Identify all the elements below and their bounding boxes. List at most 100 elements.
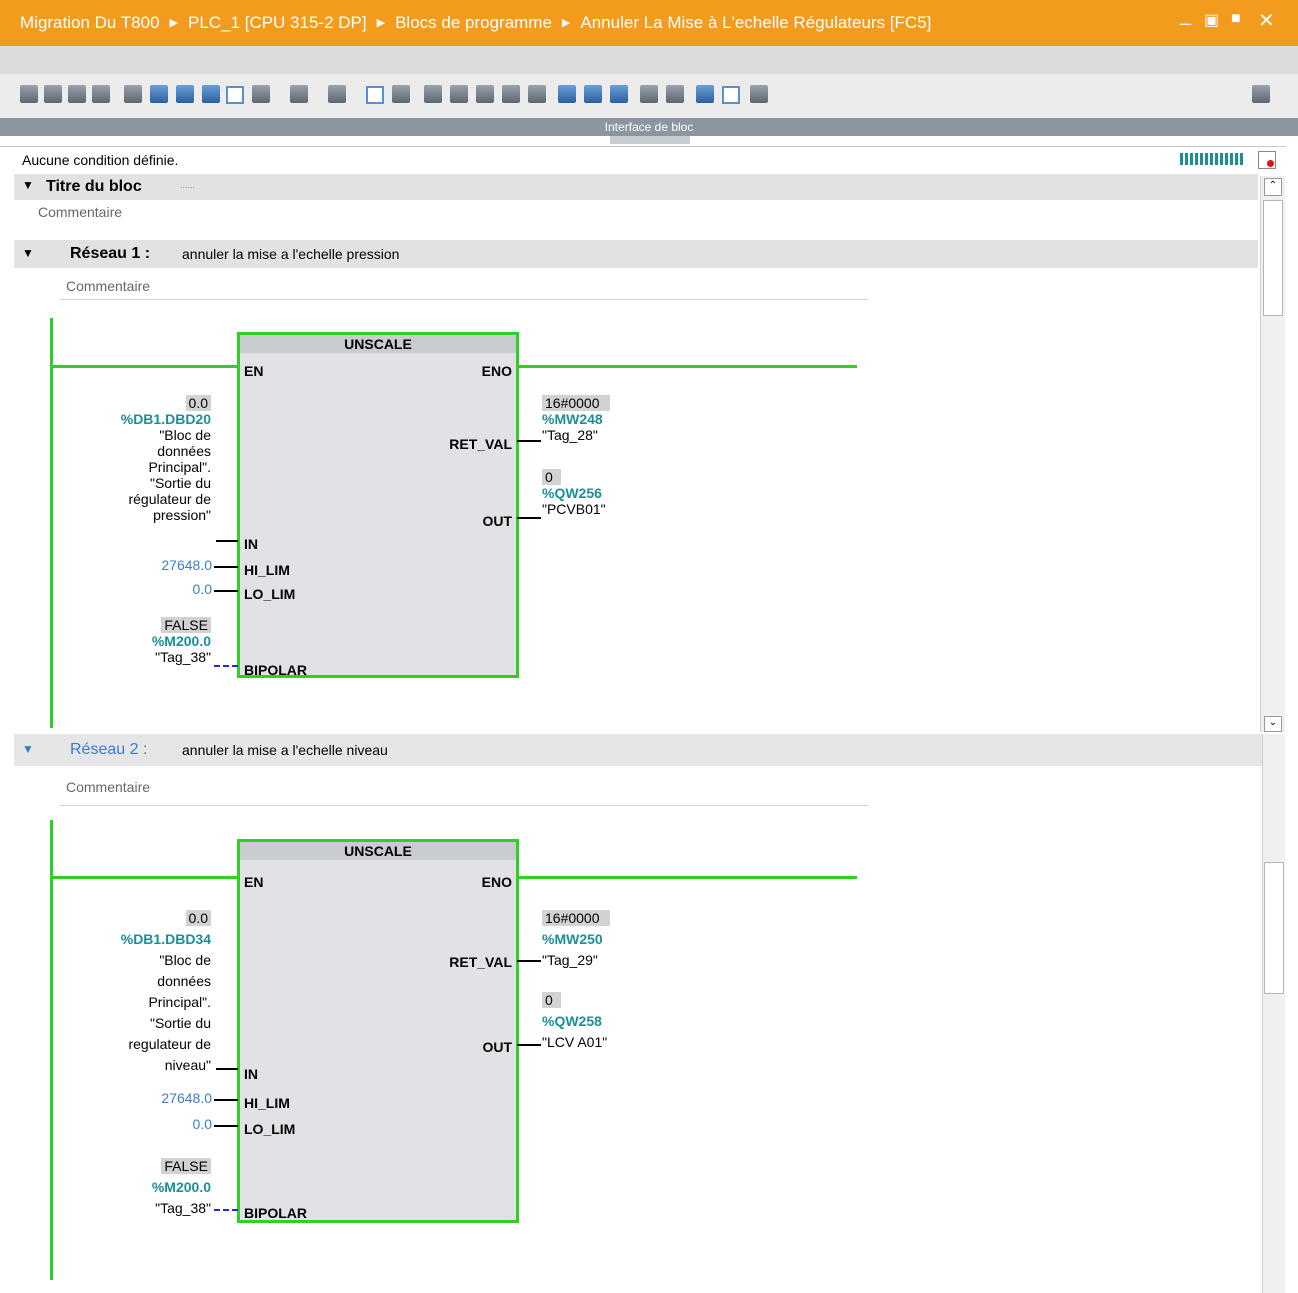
bipolar-symbol: "Tag_38" [155,1200,211,1216]
ret-val-address: %MW248 [542,411,603,427]
close-button[interactable]: ✕ [1258,8,1275,33]
open-all-networks-icon[interactable] [176,85,194,103]
instruction-list-icon[interactable] [366,86,384,104]
in-address: %DB1.DBD20 [120,411,211,427]
scroll-down-icon[interactable]: ⌄ [1264,716,1282,732]
block-comment[interactable]: Commentaire [38,204,122,220]
favorites-icon[interactable] [290,85,308,103]
bipolar-operand[interactable]: FALSE %M200.0 "Tag_38" [100,617,211,665]
status-indicator-icon [1180,153,1244,165]
in-symbol-4: "Sortie du [149,475,211,491]
unscale-box[interactable]: UNSCALE EN ENO RET_VAL OUT IN HI_LIM LO_… [237,839,519,1223]
close-all-networks-icon[interactable] [202,85,220,103]
out-operand[interactable]: 0 %QW256 "PCVB01" [542,469,606,517]
in-symbol-5: regulateur de [128,1036,211,1052]
editor-scrollbar-lower[interactable] [1262,734,1285,1293]
in-address: %DB1.DBD34 [120,931,211,947]
insert-network-icon[interactable] [20,85,38,103]
bipolar-wire [214,665,238,667]
ret-val-operand[interactable]: 16#0000 %MW248 "Tag_28" [542,395,610,443]
network-2-header[interactable]: ▼ Réseau 2 : annuler la mise a l'echelle… [14,734,1262,766]
pin-bipolar: BIPOLAR [244,1205,307,1221]
in-operand[interactable]: 0.0 %DB1.DBD20 "Bloc de données Principa… [60,395,211,523]
override-icon[interactable] [1258,151,1276,169]
network-comments-icon[interactable] [226,86,244,104]
monitoring-on-off-icon[interactable] [722,86,740,104]
network-collapse-icon[interactable]: ▼ [22,742,34,756]
in-wire [216,1068,238,1070]
breadcrumb-project[interactable]: Migration Du T800 [20,13,160,33]
editor-toolbar [0,74,1298,118]
in-operand[interactable]: 0.0 %DB1.DBD34 "Bloc de données Principa… [60,908,211,1076]
call-hierarchy-icon[interactable] [502,85,520,103]
unscale-box-title: UNSCALE [240,842,516,860]
online-monitoring-icon[interactable] [696,85,714,103]
in-symbol-4: "Sortie du [149,1015,211,1031]
in-symbol-2: données [157,443,211,459]
pin-in: IN [244,1066,258,1082]
compile-icon[interactable] [392,85,410,103]
watch-icon[interactable] [640,85,658,103]
interface-splitter-handle[interactable] [610,136,690,144]
split-editor-icon[interactable] [1252,85,1270,103]
modify-icon[interactable] [666,85,684,103]
show-comments-icon[interactable] [150,85,168,103]
power-rail [50,318,53,728]
ret-val-operand[interactable]: 16#0000 %MW250 "Tag_29" [542,908,610,971]
lo-lim-value[interactable]: 0.0 [120,581,212,597]
next-error-icon[interactable] [476,85,494,103]
delete-network-icon[interactable] [44,85,62,103]
symbol-information-icon[interactable] [328,85,346,103]
network-1-comment[interactable]: Commentaire [60,274,868,300]
breadcrumb-program-blocks[interactable]: Blocs de programme [395,13,552,33]
in-symbol-1: "Bloc de [159,952,211,968]
en-wire [50,876,240,879]
indent-icon[interactable] [558,85,576,103]
title-bar: Migration Du T800 ▶ PLC_1 [CPU 315-2 DP] ▶ B… [0,0,1298,46]
bipolar-operand[interactable]: FALSE %M200.0 "Tag_38" [100,1156,211,1219]
in-symbol-2: données [157,973,211,989]
block-interface-bar[interactable]: Interface de bloc [0,118,1298,136]
line-numbers-icon[interactable] [610,85,628,103]
network-1-comment-text: Commentaire [66,278,151,294]
in-symbol-5: régulateur de [128,491,211,507]
collapse-arrow-icon[interactable]: ▼ [22,178,34,192]
restore-button[interactable]: ▣ [1204,10,1219,30]
out-operand[interactable]: 0 %QW258 "LCV A01" [542,990,607,1053]
minimize-button[interactable]: _ [1180,4,1191,27]
in-symbol-3: Principal". [148,994,211,1010]
hi-lim-value[interactable]: 27648.0 [120,557,212,573]
memory-card-icon[interactable] [750,85,768,103]
breadcrumb-separator-icon: ▶ [376,17,386,29]
close-branch-icon[interactable] [92,85,110,103]
editor-header [0,46,1298,74]
scrollbar-thumb[interactable] [1263,200,1283,316]
go-to-error-icon[interactable] [424,85,442,103]
scrollbar-thumb[interactable] [1264,862,1284,994]
editor-scrollbar[interactable]: ⌃ ⌄ [1260,176,1285,732]
eno-wire [517,876,857,879]
network-2-comment[interactable]: Commentaire [60,774,868,806]
absolute-operands-icon[interactable] [252,85,270,103]
open-element-icon[interactable] [124,85,142,103]
eno-wire [517,365,857,368]
lo-lim-value[interactable]: 0.0 [120,1116,212,1132]
insert-branch-icon[interactable] [68,85,86,103]
scroll-up-icon[interactable]: ⌃ [1264,178,1282,196]
pin-en: EN [244,874,264,890]
breadcrumb-plc[interactable]: PLC_1 [CPU 315-2 DP] [188,13,367,33]
network-collapse-icon[interactable]: ▼ [22,246,34,260]
cross-reference-icon[interactable] [528,85,546,103]
maximize-button[interactable]: ■ [1231,10,1241,28]
unscale-box[interactable]: UNSCALE EN ENO RET_VAL OUT IN HI_LIM LO_… [237,332,519,678]
outdent-icon[interactable] [584,85,602,103]
breadcrumb-block[interactable]: Annuler La Mise à L'echelle Régulateurs … [580,13,931,33]
power-rail [50,820,53,1280]
pin-en: EN [244,363,264,379]
en-wire [50,365,240,368]
block-title-row[interactable]: ▼ Titre du bloc ...... [14,174,1258,200]
in-value: 0.0 [185,395,211,411]
network-1-header[interactable]: ▼ Réseau 1 : annuler la mise a l'echelle… [14,240,1258,268]
hi-lim-value[interactable]: 27648.0 [120,1090,212,1106]
previous-error-icon[interactable] [450,85,468,103]
